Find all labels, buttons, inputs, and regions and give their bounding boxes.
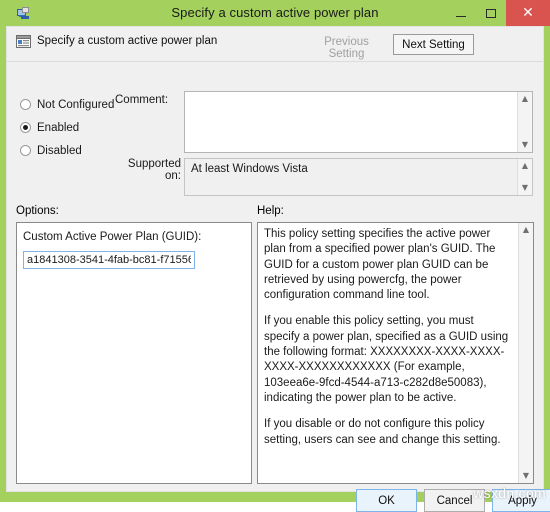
help-scrollbar[interactable]: ▲ ▼ [518, 223, 533, 483]
previous-setting-button[interactable]: Previous Setting [305, 35, 388, 60]
comment-label: Comment: [115, 94, 169, 106]
radio-enabled[interactable]: Enabled [20, 122, 79, 134]
site-watermark: wsxdn.com [473, 485, 546, 501]
radio-disabled-indicator [20, 145, 31, 156]
supported-on-box: At least Windows Vista ▲ ▼ [184, 158, 533, 196]
close-icon: ✕ [522, 5, 534, 21]
help-text: This policy setting specifies the active… [264, 227, 512, 448]
title-bar: Specify a custom active power plan ✕ [0, 0, 550, 26]
radio-enabled-indicator [20, 122, 31, 133]
policy-setting-window: Specify a custom active power plan ✕ Spe… [0, 0, 550, 512]
options-panel: Custom Active Power Plan (GUID): [16, 222, 252, 484]
help-paragraph: If you disable or do not configure this … [264, 418, 501, 446]
maximize-button[interactable] [476, 0, 506, 26]
minimize-button[interactable] [446, 0, 476, 26]
policy-setting-icon [16, 34, 31, 49]
supported-on-label: Supported on: [127, 158, 181, 182]
maximize-icon [486, 8, 496, 18]
supported-scroll-up-icon[interactable]: ▲ [518, 159, 532, 173]
supported-on-value: At least Windows Vista [191, 163, 308, 175]
help-scroll-up-icon[interactable]: ▲ [519, 223, 533, 237]
radio-not-configured-indicator [20, 99, 31, 110]
radio-not-configured[interactable]: Not Configured [20, 99, 114, 111]
comment-scrollbar[interactable]: ▲ ▼ [517, 92, 532, 152]
radio-not-configured-label: Not Configured [37, 99, 115, 111]
state-section: Not Configured Enabled Disabled Comment:… [7, 61, 543, 199]
supported-on-scrollbar[interactable]: ▲ ▼ [517, 159, 532, 195]
radio-disabled[interactable]: Disabled [20, 145, 82, 157]
help-paragraph: This policy setting specifies the active… [264, 228, 496, 302]
help-panel: This policy setting specifies the active… [257, 222, 534, 484]
help-label: Help: [257, 205, 284, 217]
comment-scroll-down-icon[interactable]: ▼ [518, 138, 532, 152]
close-button[interactable]: ✕ [506, 0, 550, 26]
supported-scroll-down-icon[interactable]: ▼ [518, 181, 532, 195]
ok-button[interactable]: OK [356, 489, 417, 512]
comment-textarea[interactable]: ▲ ▼ [184, 91, 533, 153]
radio-enabled-label: Enabled [37, 122, 80, 134]
guid-field-label: Custom Active Power Plan (GUID): [23, 231, 202, 243]
setting-header: Specify a custom active power plan Previ… [7, 27, 543, 62]
dialog-client-area: Specify a custom active power plan Previ… [6, 26, 550, 512]
minimize-icon [456, 15, 466, 17]
help-paragraph: If you enable this policy setting, you m… [264, 315, 509, 404]
window-controls: ✕ [446, 0, 550, 26]
comment-scroll-up-icon[interactable]: ▲ [518, 92, 532, 106]
help-scroll-down-icon[interactable]: ▼ [519, 469, 533, 483]
guid-input[interactable] [23, 251, 195, 269]
setting-name: Specify a custom active power plan [37, 35, 218, 47]
next-setting-button[interactable]: Next Setting [393, 34, 474, 55]
radio-disabled-label: Disabled [37, 145, 82, 157]
options-label: Options: [16, 205, 59, 217]
